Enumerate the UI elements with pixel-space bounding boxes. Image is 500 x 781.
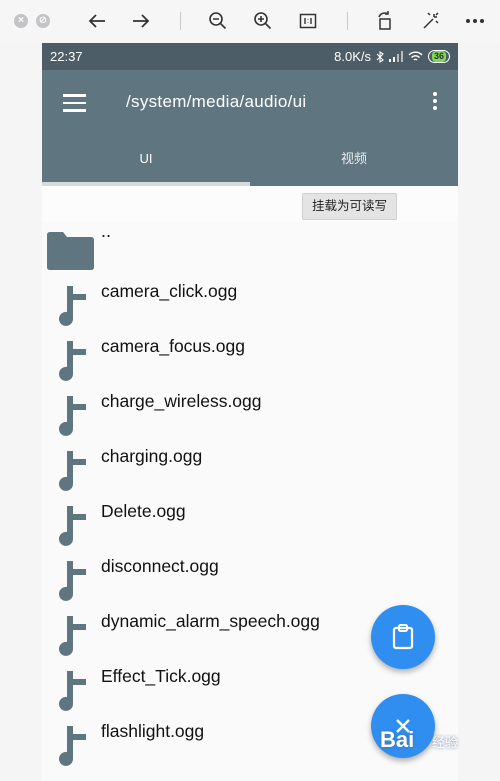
list-item[interactable]: camera_focus.ogg	[42, 331, 458, 386]
phone-screen: 22:37 8.0K/s 36 /system/media/audio/ui U…	[42, 43, 458, 781]
music-note-icon	[59, 506, 86, 546]
paste-fab-button[interactable]	[371, 605, 435, 669]
actual-size-icon[interactable]	[295, 8, 321, 34]
zoom-in-icon[interactable]	[250, 8, 276, 34]
overflow-menu-icon[interactable]	[430, 92, 440, 114]
list-item[interactable]: Delete.ogg	[42, 496, 458, 551]
list-item-parent-folder[interactable]: ..	[42, 221, 458, 276]
list-item[interactable]: camera_click.ogg	[42, 276, 458, 331]
music-note-icon	[59, 341, 86, 381]
watermark-logo: Bai	[380, 727, 415, 752]
forward-arrow-icon[interactable]	[128, 8, 154, 34]
status-bar: 22:37 8.0K/s 36	[42, 43, 458, 70]
wifi-icon	[408, 51, 423, 61]
minimize-window-icon[interactable]: ⊘	[36, 14, 50, 28]
watermark-text: 经验	[432, 735, 459, 750]
mount-read-write-button[interactable]: 挂载为可读写	[302, 193, 398, 220]
music-note-icon	[59, 396, 86, 436]
signal-icon	[388, 51, 403, 62]
tab-video[interactable]: 视频	[250, 136, 458, 186]
file-name: disconnect.ogg	[101, 556, 219, 576]
music-note-icon	[59, 726, 86, 766]
close-window-icon[interactable]: ×	[14, 14, 28, 28]
file-name: flashlight.ogg	[101, 721, 205, 741]
file-name: dynamic_alarm_speech.ogg	[101, 611, 320, 631]
file-name: camera_click.ogg	[101, 281, 238, 301]
current-path: /system/media/audio/ui	[126, 92, 307, 111]
network-speed: 8.0K/s	[334, 49, 371, 64]
bluetooth-icon	[376, 50, 384, 63]
file-name: charging.ogg	[101, 446, 203, 466]
toolbar-divider	[180, 12, 181, 30]
status-time: 22:37	[50, 49, 83, 64]
list-item[interactable]: charge_wireless.ogg	[42, 386, 458, 441]
file-name: Effect_Tick.ogg	[101, 666, 221, 686]
battery-indicator: 36	[427, 50, 450, 63]
folder-icon	[47, 232, 94, 270]
music-note-icon	[59, 561, 86, 601]
file-name: Delete.ogg	[101, 501, 186, 521]
magic-wand-icon[interactable]	[418, 8, 444, 34]
file-name: charge_wireless.ogg	[101, 391, 262, 411]
more-icon[interactable]	[462, 8, 488, 34]
list-item[interactable]: disconnect.ogg	[42, 551, 458, 606]
tab-ui[interactable]: UI	[42, 136, 250, 186]
music-note-icon	[59, 671, 86, 711]
music-note-icon	[59, 451, 86, 491]
list-item[interactable]: charging.ogg	[42, 441, 458, 496]
file-name: camera_focus.ogg	[101, 336, 245, 356]
tab-bar: UI 视频	[42, 136, 458, 186]
file-list: .. camera_click.ogg camera_focus.ogg cha…	[42, 221, 458, 771]
toolbar-divider	[347, 12, 348, 30]
zoom-out-icon[interactable]	[205, 8, 231, 34]
clipboard-icon	[392, 624, 414, 650]
rotate-icon[interactable]	[372, 8, 398, 34]
music-note-icon	[59, 286, 86, 326]
music-note-icon	[59, 616, 86, 656]
file-name: ..	[101, 221, 112, 241]
image-viewer-toolbar: × ⊘	[0, 0, 500, 42]
app-bar: /system/media/audio/ui	[42, 70, 458, 136]
back-arrow-icon[interactable]	[84, 8, 110, 34]
menu-icon[interactable]	[63, 94, 86, 112]
mount-row: 挂载为可读写	[42, 186, 458, 222]
